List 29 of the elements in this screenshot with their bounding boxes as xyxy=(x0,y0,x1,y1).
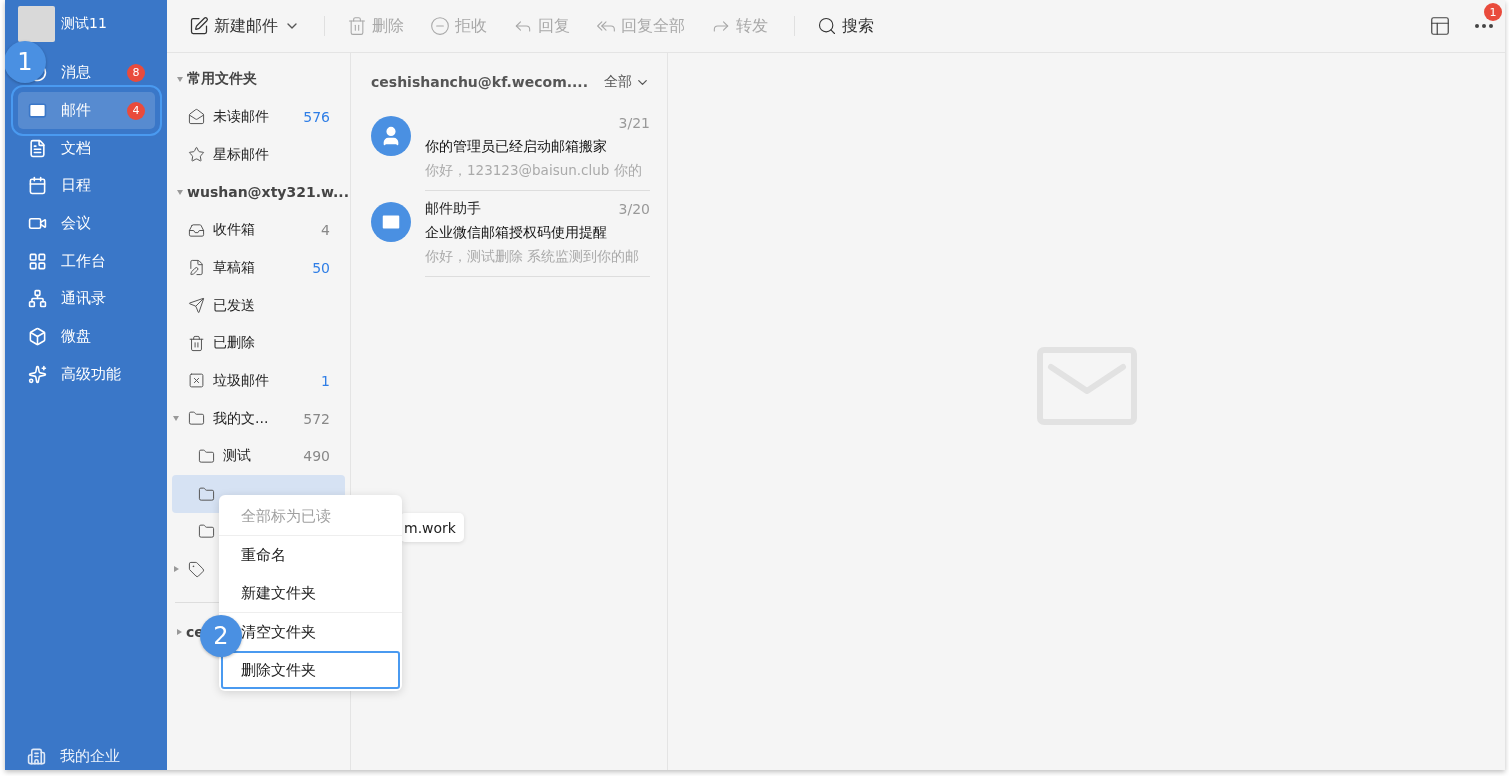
message-sender: 邮件助手 xyxy=(425,199,481,218)
notification-badge: 1 xyxy=(1484,3,1502,21)
message-subject: 你的管理员已经启动邮箱搬家 xyxy=(425,137,608,156)
step-tooltip: 2 xyxy=(200,615,242,657)
count-badge: 4 xyxy=(127,101,145,120)
folder-label: 已发送 xyxy=(213,296,255,315)
folder-label: 垃圾邮件 xyxy=(213,371,269,390)
folder-count: 576 xyxy=(303,108,330,125)
folder-label: 星标邮件 xyxy=(213,145,269,164)
message-preview: 你好，123123@baisun.club 你的 xyxy=(425,161,643,180)
folder-count: 490 xyxy=(303,448,330,465)
folder-label: 草稿箱 xyxy=(213,258,255,277)
folder-label: 已删除 xyxy=(213,334,255,353)
tooltip: m.work xyxy=(400,513,464,542)
message-date: 3/20 xyxy=(618,200,650,217)
folder-count: 572 xyxy=(303,410,330,427)
folder-count: 4 xyxy=(321,222,330,239)
account-label: ceshishanchu@kf.wecom.... xyxy=(371,74,588,90)
user-name: 测试11 xyxy=(61,15,107,33)
folder-count: 50 xyxy=(312,259,330,276)
folder-label: 未读邮件 xyxy=(213,107,269,126)
message-preview: 你好，测试删除 系统监测到你的邮 xyxy=(425,247,641,266)
message-date: 3/21 xyxy=(618,114,650,131)
message-subject: 企业微信邮箱授权码使用提醒 xyxy=(425,223,608,242)
folder-label: 我的文... xyxy=(213,409,269,428)
count-badge: 8 xyxy=(127,63,145,82)
folder-count: 1 xyxy=(321,372,330,389)
folder-label: 收件箱 xyxy=(213,221,255,240)
folder-label: 测试 xyxy=(223,447,251,466)
